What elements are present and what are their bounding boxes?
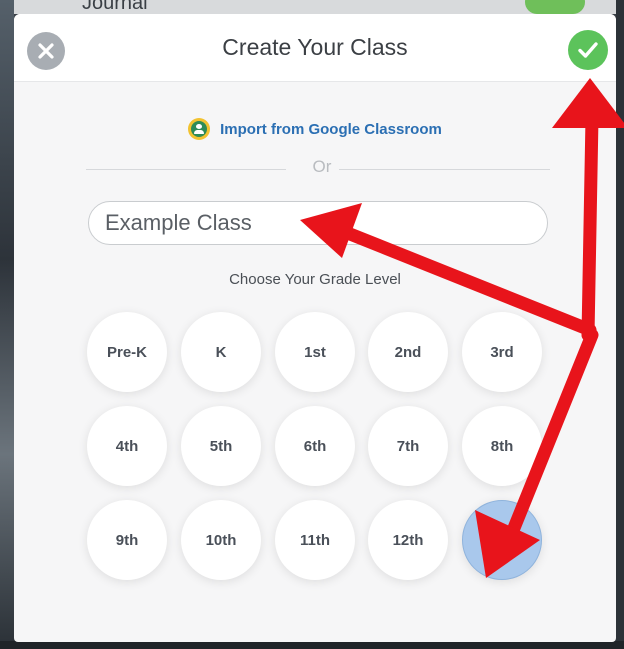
grade-option[interactable]: 3rd <box>462 312 542 392</box>
grade-option[interactable]: 1st <box>275 312 355 392</box>
background-app-left <box>0 0 14 649</box>
grade-option[interactable]: K <box>181 312 261 392</box>
modal-header: Create Your Class <box>14 14 616 82</box>
create-class-modal: Create Your Class Import from Google Cla… <box>14 14 616 642</box>
class-name-input[interactable] <box>88 201 548 245</box>
background-button <box>525 0 585 14</box>
grade-option[interactable]: 7th <box>368 406 448 486</box>
import-google-classroom[interactable]: Import from Google Classroom <box>14 118 616 140</box>
or-divider: Or <box>86 157 550 181</box>
background-app-right <box>616 0 624 649</box>
grade-option[interactable]: 2nd <box>368 312 448 392</box>
modal-title: Create Your Class <box>222 34 408 60</box>
divider-line-right <box>339 169 550 170</box>
grade-option[interactable]: 4th <box>87 406 167 486</box>
grade-option[interactable]: 8th <box>462 406 542 486</box>
confirm-button[interactable] <box>568 30 608 70</box>
background-title: Journal <box>82 0 148 14</box>
checkmark-icon <box>578 42 598 58</box>
grade-option[interactable]: 10th <box>181 500 261 580</box>
grade-option[interactable]: 12th <box>368 500 448 580</box>
grade-option[interactable]: 11th <box>275 500 355 580</box>
or-text: Or <box>312 157 332 176</box>
grade-option[interactable] <box>462 500 542 580</box>
background-app-bottom <box>0 641 624 649</box>
grade-option[interactable]: Pre-K <box>87 312 167 392</box>
import-google-classroom-link[interactable]: Import from Google Classroom <box>220 121 442 138</box>
background-app-header: Journal <box>0 0 624 14</box>
google-classroom-icon <box>188 118 211 140</box>
grade-option[interactable]: 6th <box>275 406 355 486</box>
grade-level-label: Choose Your Grade Level <box>229 271 401 288</box>
grade-option[interactable]: 5th <box>181 406 261 486</box>
grade-option[interactable]: 9th <box>87 500 167 580</box>
divider-line-left <box>86 169 286 170</box>
